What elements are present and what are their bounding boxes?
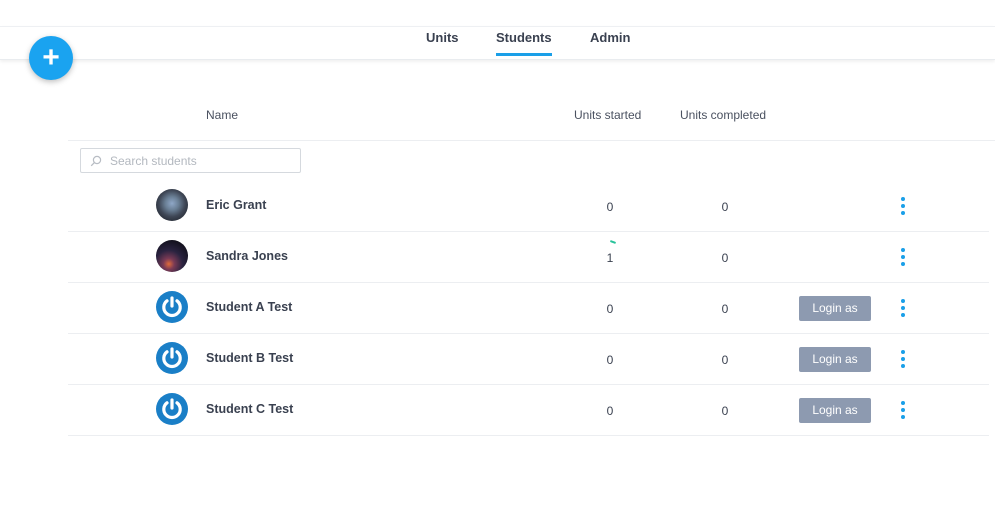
login-as-button[interactable]: Login as — [799, 296, 871, 321]
units-completed-value: 0 — [721, 404, 729, 418]
kebab-dot — [901, 248, 905, 252]
kebab-dot — [901, 408, 905, 412]
search-input[interactable] — [110, 152, 295, 169]
units-completed-value: 0 — [721, 200, 729, 214]
login-as-button[interactable]: Login as — [799, 347, 871, 372]
units-started-value: 0 — [606, 404, 614, 418]
student-name: Eric Grant — [206, 198, 267, 212]
student-name: Student B Test — [206, 351, 294, 365]
student-row: Eric Grant 0 0 — [68, 181, 995, 232]
power-icon — [156, 291, 188, 323]
student-name: Sandra Jones — [206, 249, 288, 263]
avatar — [156, 240, 188, 272]
kebab-dot — [901, 211, 905, 215]
kebab-dot — [901, 350, 905, 354]
student-row: Student B Test 0 0 Login as — [68, 334, 995, 385]
power-icon — [156, 342, 188, 374]
tab-bar: Units Students Admin — [0, 26, 995, 60]
row-menu-button[interactable] — [898, 195, 908, 217]
kebab-dot — [901, 357, 905, 361]
student-row: Student A Test 0 0 Login as — [68, 283, 995, 334]
student-row: Sandra Jones 1 0 — [68, 232, 995, 283]
kebab-dot — [901, 364, 905, 368]
kebab-dot — [901, 415, 905, 419]
kebab-dot — [901, 262, 905, 266]
column-header-name: Name — [206, 108, 239, 122]
kebab-dot — [901, 299, 905, 303]
student-row: Student C Test 0 0 Login as — [68, 385, 995, 436]
tab-students[interactable]: Students — [496, 30, 552, 56]
kebab-dot — [901, 204, 905, 208]
units-completed-value: 0 — [721, 353, 729, 367]
search-box — [80, 148, 301, 173]
kebab-dot — [901, 313, 905, 317]
units-completed-value: 0 — [721, 251, 729, 265]
row-divider — [68, 435, 989, 436]
units-completed-value: 0 — [721, 302, 729, 316]
student-name: Student C Test — [206, 402, 294, 416]
top-header-strip — [0, 0, 995, 27]
add-student-button[interactable]: + — [29, 36, 73, 80]
units-started-value: 1 — [606, 251, 614, 265]
column-header-units-completed: Units completed — [680, 108, 767, 122]
column-header-units-started: Units started — [574, 108, 642, 122]
login-as-button[interactable]: Login as — [799, 398, 871, 423]
units-started-value: 0 — [606, 353, 614, 367]
row-menu-button[interactable] — [898, 348, 908, 370]
row-menu-button[interactable] — [898, 297, 908, 319]
kebab-dot — [901, 306, 905, 310]
row-menu-button[interactable] — [898, 246, 908, 268]
header-divider — [68, 140, 995, 141]
search-icon — [90, 155, 102, 167]
kebab-dot — [901, 255, 905, 259]
units-started-value: 0 — [606, 200, 614, 214]
avatar — [156, 189, 188, 221]
kebab-dot — [901, 197, 905, 201]
student-name: Student A Test — [206, 300, 293, 314]
power-icon — [156, 393, 188, 425]
kebab-dot — [901, 401, 905, 405]
tab-units[interactable]: Units — [426, 30, 459, 45]
row-menu-button[interactable] — [898, 399, 908, 421]
tab-admin[interactable]: Admin — [590, 30, 630, 45]
plus-icon: + — [42, 41, 60, 74]
units-started-value: 0 — [606, 302, 614, 316]
progress-tick-mark — [609, 240, 617, 244]
